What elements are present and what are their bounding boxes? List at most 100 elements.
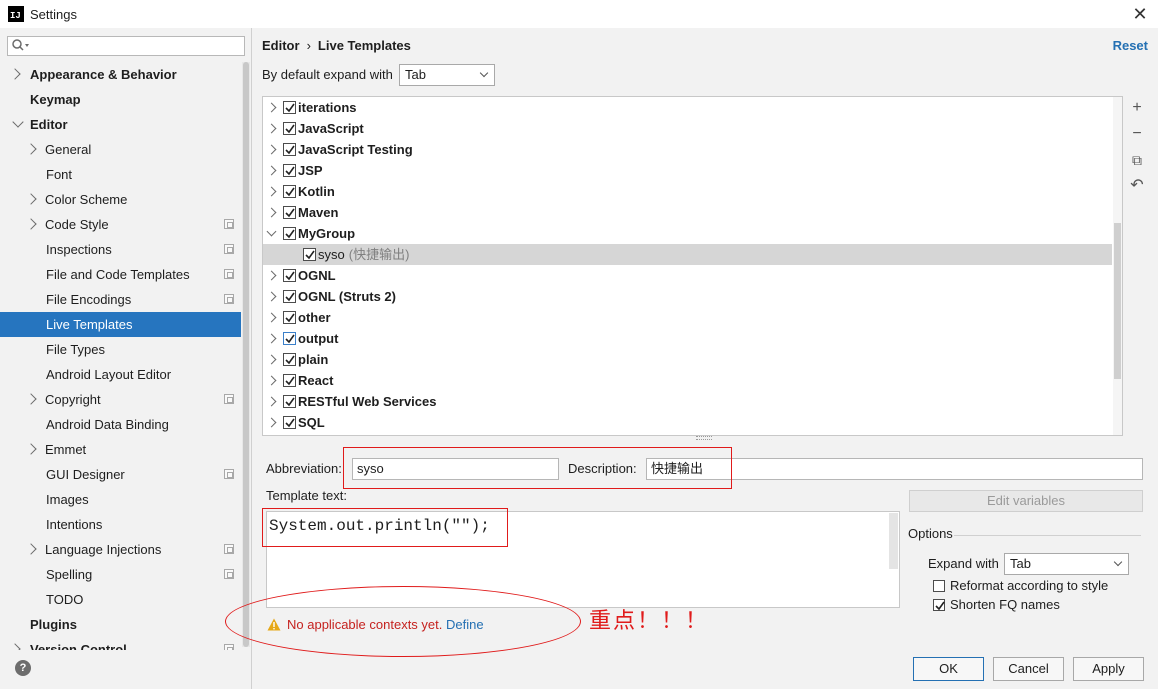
close-icon[interactable]: ✕ (1130, 4, 1150, 24)
sidebar-item-language-injections[interactable]: Language Injections (0, 537, 241, 562)
template-group[interactable]: SQL (263, 412, 1122, 433)
chevron-down-icon[interactable] (266, 226, 277, 237)
template-group[interactable]: Maven (263, 202, 1122, 223)
checkbox-checked[interactable] (283, 290, 296, 303)
default-expand-select[interactable]: Tab (399, 64, 495, 86)
template-group[interactable]: Kotlin (263, 181, 1122, 202)
template-group[interactable]: OGNL (263, 265, 1122, 286)
sidebar-item-keymap[interactable]: Keymap (0, 87, 241, 112)
chevron-right-icon[interactable] (25, 143, 37, 155)
chevron-right-icon[interactable] (25, 393, 37, 405)
chevron-right-icon[interactable] (266, 354, 277, 365)
sidebar-item-version-control[interactable]: Version Control (0, 637, 241, 650)
checkbox-checked[interactable] (283, 416, 296, 429)
add-icon[interactable]: + (1127, 98, 1147, 118)
sidebar-item-spelling[interactable]: Spelling (0, 562, 241, 587)
chevron-right-icon[interactable] (266, 291, 277, 302)
chevron-right-icon[interactable] (266, 144, 277, 155)
editor-scrollbar[interactable] (889, 513, 898, 569)
checkbox-checked[interactable] (283, 311, 296, 324)
chevron-right-icon[interactable] (266, 333, 277, 344)
chevron-right-icon[interactable] (25, 193, 37, 205)
checkbox-checked[interactable] (283, 332, 296, 345)
sidebar-item-live-templates[interactable]: Live Templates (0, 312, 241, 337)
template-group[interactable]: React (263, 370, 1122, 391)
checkbox-checked[interactable] (283, 227, 296, 240)
checkbox-checked[interactable] (283, 143, 296, 156)
apply-button[interactable]: Apply (1073, 657, 1144, 681)
checkbox-checked[interactable] (283, 374, 296, 387)
sidebar-item-appearance-behavior[interactable]: Appearance & Behavior (0, 62, 241, 87)
sidebar-item-file-encodings[interactable]: File Encodings (0, 287, 241, 312)
sidebar-item-code-style[interactable]: Code Style (0, 212, 241, 237)
chevron-right-icon[interactable] (266, 312, 277, 323)
chevron-right-icon[interactable] (266, 396, 277, 407)
checkbox-checked[interactable] (283, 101, 296, 114)
settings-search-input[interactable] (7, 36, 245, 56)
remove-icon[interactable]: − (1127, 124, 1147, 144)
sidebar-item-emmet[interactable]: Emmet (0, 437, 241, 462)
sidebar-item-file-and-code-templates[interactable]: File and Code Templates (0, 262, 241, 287)
checkbox-checked[interactable] (283, 269, 296, 282)
sidebar-item-images[interactable]: Images (0, 487, 241, 512)
sidebar-item-font[interactable]: Font (0, 162, 241, 187)
help-button[interactable]: ? (15, 660, 31, 676)
description-input[interactable]: 快捷输出 (646, 458, 1143, 480)
sidebar-item-inspections[interactable]: Inspections (0, 237, 241, 262)
template-group[interactable]: OGNL (Struts 2) (263, 286, 1122, 307)
template-group[interactable]: JavaScript (263, 118, 1122, 139)
chevron-right-icon[interactable] (266, 165, 277, 176)
checkbox-checked[interactable] (283, 206, 296, 219)
sidebar-item-color-scheme[interactable]: Color Scheme (0, 187, 241, 212)
copy-icon[interactable]: ⧉ (1127, 150, 1147, 170)
checkbox-checked[interactable] (283, 164, 296, 177)
sidebar-item-intentions[interactable]: Intentions (0, 512, 241, 537)
chevron-right-icon[interactable] (266, 102, 277, 113)
chevron-right-icon[interactable] (266, 186, 277, 197)
checkbox-checked[interactable] (283, 122, 296, 135)
template-group[interactable]: plain (263, 349, 1122, 370)
template-group[interactable]: JavaScript Testing (263, 139, 1122, 160)
sidebar-item-gui-designer[interactable]: GUI Designer (0, 462, 241, 487)
ok-button[interactable]: OK (913, 657, 984, 681)
chevron-down-icon[interactable] (12, 116, 24, 128)
expand-with-select[interactable]: Tab (1004, 553, 1129, 575)
chevron-right-icon[interactable] (9, 68, 21, 80)
sidebar-item-android-data-binding[interactable]: Android Data Binding (0, 412, 241, 437)
sidebar-item-general[interactable]: General (0, 137, 241, 162)
chevron-right-icon[interactable] (9, 643, 21, 650)
checkbox-unchecked[interactable] (933, 580, 945, 592)
template-group[interactable]: other (263, 307, 1122, 328)
chevron-right-icon[interactable] (266, 375, 277, 386)
template-item[interactable]: syso (快捷输出) (263, 244, 1112, 265)
chevron-right-icon[interactable] (25, 218, 37, 230)
checkbox-checked[interactable] (283, 185, 296, 198)
define-link[interactable]: Define (446, 617, 484, 632)
checkbox-checked[interactable] (303, 248, 316, 261)
chevron-right-icon[interactable] (266, 417, 277, 428)
restore-icon[interactable]: ↶ (1127, 176, 1147, 196)
checkbox-checked[interactable] (933, 599, 945, 611)
chevron-right-icon[interactable] (25, 443, 37, 455)
chevron-right-icon[interactable] (25, 543, 37, 555)
template-group[interactable]: JSP (263, 160, 1122, 181)
sidebar-item-editor[interactable]: Editor (0, 112, 241, 137)
chevron-right-icon[interactable] (266, 123, 277, 134)
checkbox-checked[interactable] (283, 395, 296, 408)
template-group[interactable]: iterations (263, 97, 1122, 118)
sidebar-scrollbar[interactable] (242, 62, 250, 647)
reset-link[interactable]: Reset (1113, 38, 1148, 53)
chevron-right-icon[interactable] (266, 207, 277, 218)
sidebar-item-todo[interactable]: TODO (0, 587, 241, 612)
splitter-handle[interactable] (696, 436, 712, 440)
sidebar-item-android-layout-editor[interactable]: Android Layout Editor (0, 362, 241, 387)
cancel-button[interactable]: Cancel (993, 657, 1064, 681)
templates-scrollbar[interactable] (1113, 97, 1122, 435)
abbreviation-input[interactable]: syso (352, 458, 559, 480)
sidebar-item-file-types[interactable]: File Types (0, 337, 241, 362)
template-group[interactable]: output (263, 328, 1122, 349)
sidebar-item-copyright[interactable]: Copyright (0, 387, 241, 412)
edit-variables-button[interactable]: Edit variables (909, 490, 1143, 512)
template-group[interactable]: RESTful Web Services (263, 391, 1122, 412)
sidebar-item-plugins[interactable]: Plugins (0, 612, 241, 637)
